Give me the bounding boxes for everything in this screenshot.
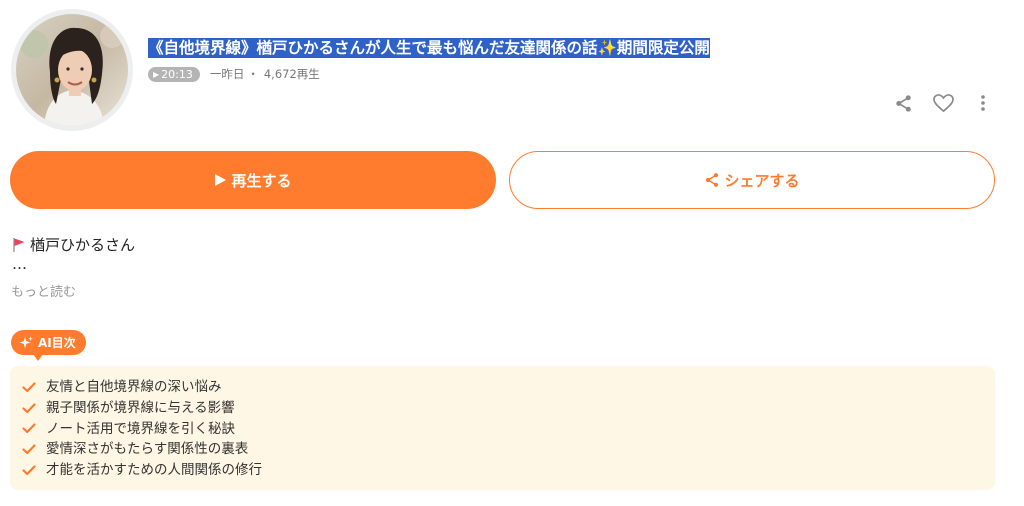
ai-toc-label: AI目次 (38, 336, 76, 350)
flag-icon (13, 238, 25, 252)
duration-badge: ▶ 20:13 (148, 66, 200, 82)
episode-actions (892, 92, 994, 114)
sparkle-emoji-icon: ✨ (597, 39, 617, 57)
ai-toc-badge: AI目次 (11, 330, 86, 361)
sparkle-icon (19, 336, 33, 348)
host-photo (16, 14, 128, 126)
heart-icon[interactable] (932, 92, 954, 114)
episode-title[interactable]: 《自他境界線》楢戸ひかるさんが人生で最も悩んだ友達関係の話✨期間限定公開 (148, 37, 710, 59)
play-small-icon: ▶ (153, 69, 160, 79)
play-count: 4,672再生 (263, 67, 320, 81)
toc-item-label: 愛情深さがもたらす関係性の裏表 (46, 441, 249, 458)
share-icon[interactable] (892, 92, 914, 114)
toc-item[interactable]: ノート活用で境界線を引く秘訣 (22, 419, 995, 440)
toc-item[interactable]: 愛情深さがもたらす関係性の裏表 (22, 439, 995, 460)
toc-item[interactable]: 友情と自他境界線の深い悩み (22, 377, 995, 398)
check-icon (22, 465, 36, 476)
read-more-link[interactable]: もっと読む (11, 281, 76, 300)
toc-item[interactable]: 親子関係が境界線に与える影響 (22, 398, 995, 419)
toc-item[interactable]: 才能を活かすための人間関係の修行 (22, 460, 995, 481)
meta-separator: ・ (247, 67, 259, 81)
episode-meta: ▶ 20:13 一昨日 ・ 4,672再生 (148, 66, 320, 82)
toc-item-label: 親子関係が境界線に与える影響 (46, 399, 235, 416)
toc-item-label: ノート活用で境界線を引く秘訣 (46, 420, 235, 437)
check-icon (22, 382, 36, 392)
duration-text: 20:13 (161, 67, 193, 81)
publish-date: 一昨日 (209, 67, 245, 81)
toc-item-label: 才能を活かすための人間関係の修行 (46, 462, 262, 479)
play-button[interactable]: 再生する (10, 151, 496, 209)
ai-toc-list: 友情と自他境界線の深い悩み 親子関係が境界線に与える影響 ノート活用で境界線を引… (10, 366, 995, 490)
share-button-label: シェアする (724, 171, 800, 190)
share-button[interactable]: シェアする (509, 151, 995, 209)
share-icon (706, 173, 719, 187)
description-ellipsis: … (12, 255, 27, 273)
play-icon (215, 174, 227, 186)
avatar[interactable] (11, 9, 133, 131)
play-button-label: 再生する (231, 171, 292, 190)
check-icon (22, 444, 36, 455)
episode-title-text: 《自他境界線》楢戸ひかるさんが人生で最も悩んだ友達関係の話 (148, 39, 598, 57)
episode-title-suffix: 期間限定公開 (616, 39, 710, 57)
check-icon (22, 403, 36, 413)
check-icon (22, 423, 36, 434)
episode-description: 楢戸ひかるさん … (12, 234, 135, 272)
toc-item-label: 友情と自他境界線の深い悩み (46, 379, 222, 395)
more-icon[interactable] (972, 92, 994, 114)
host-name: 楢戸ひかるさん (30, 236, 136, 254)
